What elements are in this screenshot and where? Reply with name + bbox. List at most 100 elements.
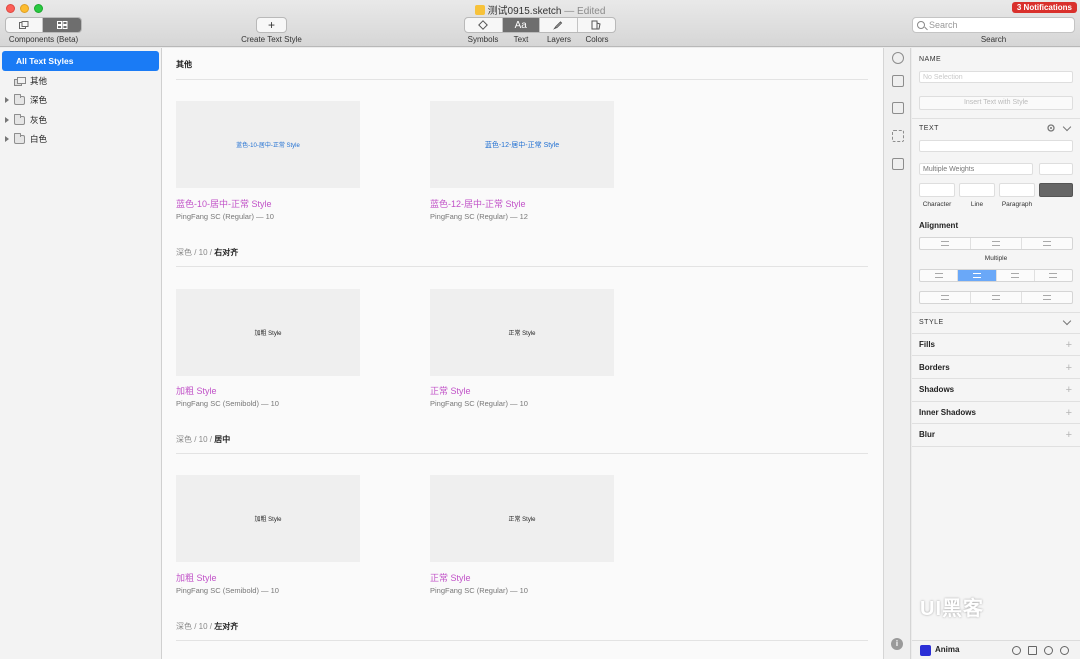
align-left-button[interactable]: [920, 270, 959, 281]
plugin-bar: Anima: [912, 640, 1080, 659]
stack-icon: [19, 21, 29, 29]
group-path-leaf: 左对齐: [214, 622, 239, 631]
align-bottom-button[interactable]: [1022, 292, 1072, 303]
group-path-label: 深色 / 10 / 居中: [176, 434, 230, 445]
group-path: 深色 / 10 /: [176, 622, 213, 631]
text-styles-icon: [14, 76, 26, 86]
layout-icon[interactable]: [1028, 646, 1037, 655]
style-preview-card[interactable]: 加粗 Style: [176, 289, 360, 376]
color-swatch-icon: [591, 20, 601, 30]
style-font-meta: PingFang SC (Regular) — 10: [430, 586, 528, 595]
inspector-divider: [912, 312, 1080, 313]
name-field[interactable]: No Selection: [919, 71, 1073, 83]
style-name[interactable]: 正常 Style: [430, 571, 471, 584]
disclosure-triangle-icon[interactable]: [5, 117, 9, 123]
inspector-icon-strip: [883, 48, 911, 659]
align-right-button[interactable]: [997, 270, 1035, 281]
tab-layers[interactable]: [540, 18, 578, 32]
gear-icon[interactable]: [1046, 123, 1056, 133]
paragraph-spacing-field[interactable]: [999, 183, 1035, 197]
folder-icon: [14, 113, 25, 125]
add-shadow-button[interactable]: +: [1066, 385, 1072, 396]
group-path-label: 深色 / 10 / 左对齐: [176, 621, 238, 632]
create-text-style-button[interactable]: +: [256, 17, 287, 33]
search-placeholder: Search: [929, 20, 958, 30]
add-blur-button[interactable]: +: [1066, 430, 1072, 441]
fixed-size-button[interactable]: [1022, 238, 1072, 249]
auto-height-button[interactable]: [971, 238, 1022, 249]
sidebar-item-white[interactable]: 白色: [0, 130, 160, 148]
style-preview-card[interactable]: 蓝色-10-居中-正常 Style: [176, 101, 360, 188]
align-top-button[interactable]: [920, 292, 971, 303]
prototype-icon[interactable]: [892, 52, 904, 64]
tab-text[interactable]: Aa: [502, 18, 540, 32]
tab-symbols[interactable]: [465, 18, 503, 32]
align-middle-icon: [992, 295, 1000, 300]
disclosure-triangle-icon[interactable]: [5, 136, 9, 142]
info-icon[interactable]: i: [891, 638, 903, 650]
sidebar-item-label: 白色: [30, 134, 48, 144]
group-path-leaf: 右对齐: [214, 248, 239, 257]
chevron-down-icon[interactable]: [1062, 122, 1072, 132]
style-preview-card[interactable]: 蓝色-12-居中-正常 Style: [430, 101, 614, 188]
disclosure-triangle-icon[interactable]: [5, 97, 9, 103]
folder-icon: [14, 132, 25, 144]
component-icon[interactable]: [892, 130, 904, 142]
font-weight-select[interactable]: Multiple Weights: [919, 163, 1033, 175]
text-styles-sidebar: All Text Styles 其他 深色 灰色 白色: [0, 48, 162, 659]
search-input[interactable]: Search: [912, 17, 1075, 33]
folder-icon: [14, 93, 25, 105]
sidebar-item-other[interactable]: 其他: [0, 72, 160, 90]
insert-text-with-style-button[interactable]: Insert Text with Style: [919, 96, 1073, 110]
style-name[interactable]: 蓝色-12-居中-正常 Style: [430, 197, 526, 210]
close-circle-icon[interactable]: [1060, 646, 1069, 655]
tab-colors[interactable]: [578, 18, 615, 32]
create-text-style-label: Create Text Style: [241, 35, 302, 44]
grid-view-toggle[interactable]: [43, 18, 81, 32]
style-name[interactable]: 加粗 Style: [176, 384, 217, 397]
list-view-toggle[interactable]: [6, 18, 44, 32]
style-preview-card[interactable]: 正常 Style: [430, 475, 614, 562]
symbol-diamond-icon: [478, 20, 489, 30]
line-height-field[interactable]: [959, 183, 995, 197]
search-icon: [917, 21, 925, 29]
add-border-button[interactable]: +: [1066, 363, 1072, 374]
plus-icon: +: [267, 18, 275, 32]
text-color-well[interactable]: [1039, 183, 1073, 197]
character-spacing-field[interactable]: [919, 183, 955, 197]
sidebar-item-dark[interactable]: 深色: [0, 91, 160, 109]
style-name[interactable]: 蓝色-10-居中-正常 Style: [176, 197, 272, 210]
export-icon[interactable]: [892, 75, 904, 87]
table-grid-icon[interactable]: [892, 158, 904, 170]
section-title: 其他: [176, 60, 192, 69]
align-middle-button[interactable]: [971, 292, 1022, 303]
style-preview-card[interactable]: 加粗 Style: [176, 475, 360, 562]
font-size-field[interactable]: [1039, 163, 1073, 175]
toolbar: 测试0915.sketch — Edited 3 Notifications C…: [0, 0, 1080, 47]
sidebar-item-gray[interactable]: 灰色: [0, 111, 160, 129]
style-font-meta: PingFang SC (Regular) — 10: [176, 212, 274, 221]
style-name[interactable]: 正常 Style: [430, 384, 471, 397]
inspector-icon[interactable]: [892, 102, 904, 114]
add-inner-shadow-button[interactable]: +: [1066, 408, 1072, 419]
inspector-panel: NAME No Selection Insert Text with Style…: [912, 48, 1080, 659]
chevron-down-icon[interactable]: [1062, 316, 1072, 326]
multiple-label: Multiple: [984, 255, 1008, 262]
vertical-alignment-control: [919, 291, 1073, 304]
settings-gear-icon[interactable]: [1044, 646, 1053, 655]
align-center-button[interactable]: [958, 270, 997, 281]
align-justify-button[interactable]: [1035, 270, 1072, 281]
sidebar-item-all-text-styles[interactable]: All Text Styles: [2, 51, 159, 71]
font-family-select[interactable]: [919, 140, 1073, 152]
auto-height-icon: [992, 241, 1000, 246]
style-preview-card[interactable]: 正常 Style: [430, 289, 614, 376]
sidebar-item-label: 其他: [30, 76, 48, 86]
auto-width-button[interactable]: [920, 238, 971, 249]
add-fill-button[interactable]: +: [1066, 340, 1072, 351]
align-left-icon: [934, 273, 943, 278]
preview-icon[interactable]: [1012, 646, 1021, 655]
notifications-badge[interactable]: 3 Notifications: [1011, 2, 1077, 13]
anima-label[interactable]: Anima: [935, 645, 959, 654]
style-name[interactable]: 加粗 Style: [176, 571, 217, 584]
anima-logo-icon[interactable]: [920, 645, 931, 656]
